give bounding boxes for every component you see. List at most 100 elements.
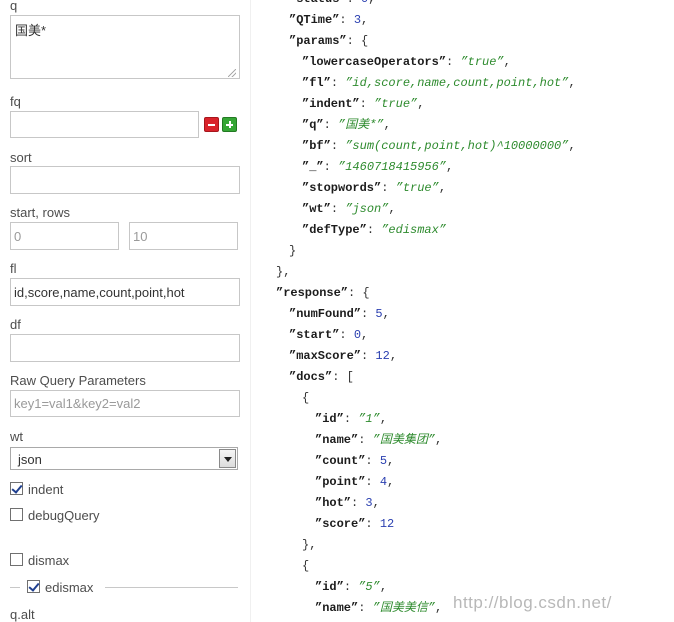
json-key: ”point” <box>315 475 366 489</box>
json-line: ”wt”: ”json”, <box>302 202 396 216</box>
json-value: 12 <box>379 517 395 531</box>
json-key: ”response” <box>276 286 349 300</box>
json-value: ”true” <box>460 55 504 69</box>
json-value: ”国美集团” <box>372 433 436 447</box>
json-value: ”true” <box>374 97 418 111</box>
json-line: ”score”: 12 <box>315 517 395 531</box>
json-value: ”国美美信” <box>372 601 436 615</box>
q-label: q <box>10 0 18 13</box>
sort-input[interactable] <box>10 166 240 194</box>
watermark: http://blog.csdn.net/ <box>453 593 612 612</box>
json-value: 12 <box>375 349 390 363</box>
raw-query-label: Raw Query Parameters <box>10 373 146 388</box>
json-line: ”response”: { <box>276 286 370 300</box>
json-key: ”status” <box>289 0 347 6</box>
json-value: ”5” <box>358 580 380 594</box>
json-line: ”name”: ”国美集团”, <box>315 433 443 447</box>
json-value: ”1” <box>358 412 380 426</box>
json-key: ”name” <box>315 433 359 447</box>
json-key: ”_” <box>302 160 324 174</box>
df-label: df <box>10 317 21 332</box>
q-textarea[interactable] <box>10 15 240 79</box>
edismax-label: edismax <box>45 580 94 595</box>
debugquery-checkbox[interactable] <box>10 508 23 521</box>
json-value: ”1460718415956” <box>338 160 447 174</box>
rows-input[interactable] <box>129 222 238 250</box>
json-value: 3 <box>353 13 362 27</box>
json-line: ”fl”: ”id,score,name,count,point,hot”, <box>302 76 576 90</box>
json-key: ”name” <box>315 601 359 615</box>
remove-filter-icon[interactable] <box>204 117 219 132</box>
add-filter-icon[interactable] <box>222 117 237 132</box>
json-line: ”defType”: ”edismax” <box>302 223 447 237</box>
json-value: 5 <box>375 307 383 321</box>
fl-input[interactable] <box>10 278 240 306</box>
json-key: ”q” <box>302 118 324 132</box>
json-value: ”edismax” <box>381 223 447 237</box>
json-line: ”hot”: 3, <box>315 496 380 510</box>
json-key: ”QTime” <box>289 13 340 27</box>
json-value: 3 <box>365 496 373 510</box>
json-line: ”_”: ”1460718415956”, <box>302 160 454 174</box>
json-key: ”start” <box>289 328 340 342</box>
wt-select[interactable]: json <box>10 447 238 470</box>
debugquery-label: debugQuery <box>28 508 100 523</box>
json-key: ”numFound” <box>289 307 362 321</box>
json-key: ”docs” <box>289 370 333 384</box>
json-line: }, <box>276 265 291 279</box>
indent-checkbox[interactable] <box>10 482 23 495</box>
edismax-fieldset-line-right <box>105 587 238 588</box>
json-line: }, <box>302 538 317 552</box>
json-line: ”lowercaseOperators”: ”true”, <box>302 55 511 69</box>
json-key: ”wt” <box>302 202 331 216</box>
json-line: { <box>302 391 310 405</box>
json-value: ”国美*” <box>338 118 384 132</box>
wt-selected-value: json <box>18 452 42 467</box>
df-input[interactable] <box>10 334 240 362</box>
query-form-panel: q fq sort start, rows fl df Raw Query Pa… <box>0 0 251 622</box>
json-line: ”maxScore”: 12, <box>289 349 398 363</box>
fq-label: fq <box>10 94 21 109</box>
json-value: 4 <box>379 475 388 489</box>
json-value: 5 <box>379 454 388 468</box>
wt-label: wt <box>10 429 23 444</box>
json-key: ”lowercaseOperators” <box>302 55 447 69</box>
json-key: ”id” <box>315 580 344 594</box>
edismax-fieldset-line-left <box>10 587 20 588</box>
dismax-checkbox[interactable] <box>10 553 23 566</box>
json-value: ”id,score,name,count,point,hot” <box>345 76 569 90</box>
edismax-checkbox[interactable] <box>27 580 40 593</box>
json-line: ”bf”: ”sum(count,point,hot)^10000000”, <box>302 139 576 153</box>
json-key: ”maxScore” <box>289 349 362 363</box>
json-key: ”score” <box>315 517 366 531</box>
json-key: ”count” <box>315 454 366 468</box>
json-line: ”start”: 0, <box>289 328 369 342</box>
json-key: ”fl” <box>302 76 331 90</box>
json-line: ”point”: 4, <box>315 475 395 489</box>
json-key: ”defType” <box>302 223 367 237</box>
json-key: ”stopwords” <box>302 181 382 195</box>
chevron-down-icon[interactable] <box>219 449 236 468</box>
json-line: ”id”: ”1”, <box>315 412 388 426</box>
start-rows-label: start, rows <box>10 205 70 220</box>
json-key: ”hot” <box>315 496 352 510</box>
json-key: ”params” <box>289 34 347 48</box>
json-line: ”numFound”: 5, <box>289 307 390 321</box>
json-line: ”params”: { <box>289 34 369 48</box>
fq-input[interactable] <box>10 111 199 138</box>
start-input[interactable] <box>10 222 119 250</box>
sort-label: sort <box>10 150 32 165</box>
json-line: ”q”: ”国美*”, <box>302 118 391 132</box>
resize-grip-icon[interactable] <box>228 69 236 77</box>
json-line: ”stopwords”: ”true”, <box>302 181 447 195</box>
json-value: ”sum(count,point,hot)^10000000” <box>345 139 569 153</box>
json-response-viewer: ”status”: 0, ”QTime”: 3, ”params”: {”lower… <box>251 0 674 622</box>
q-alt-label: q.alt <box>10 607 35 622</box>
json-line: ”id”: ”5”, <box>315 580 388 594</box>
json-key: ”bf” <box>302 139 331 153</box>
json-value: ”true” <box>395 181 439 195</box>
json-line: { <box>302 559 310 573</box>
indent-label: indent <box>28 482 64 497</box>
raw-query-input[interactable] <box>10 390 240 417</box>
dismax-label: dismax <box>28 553 70 568</box>
